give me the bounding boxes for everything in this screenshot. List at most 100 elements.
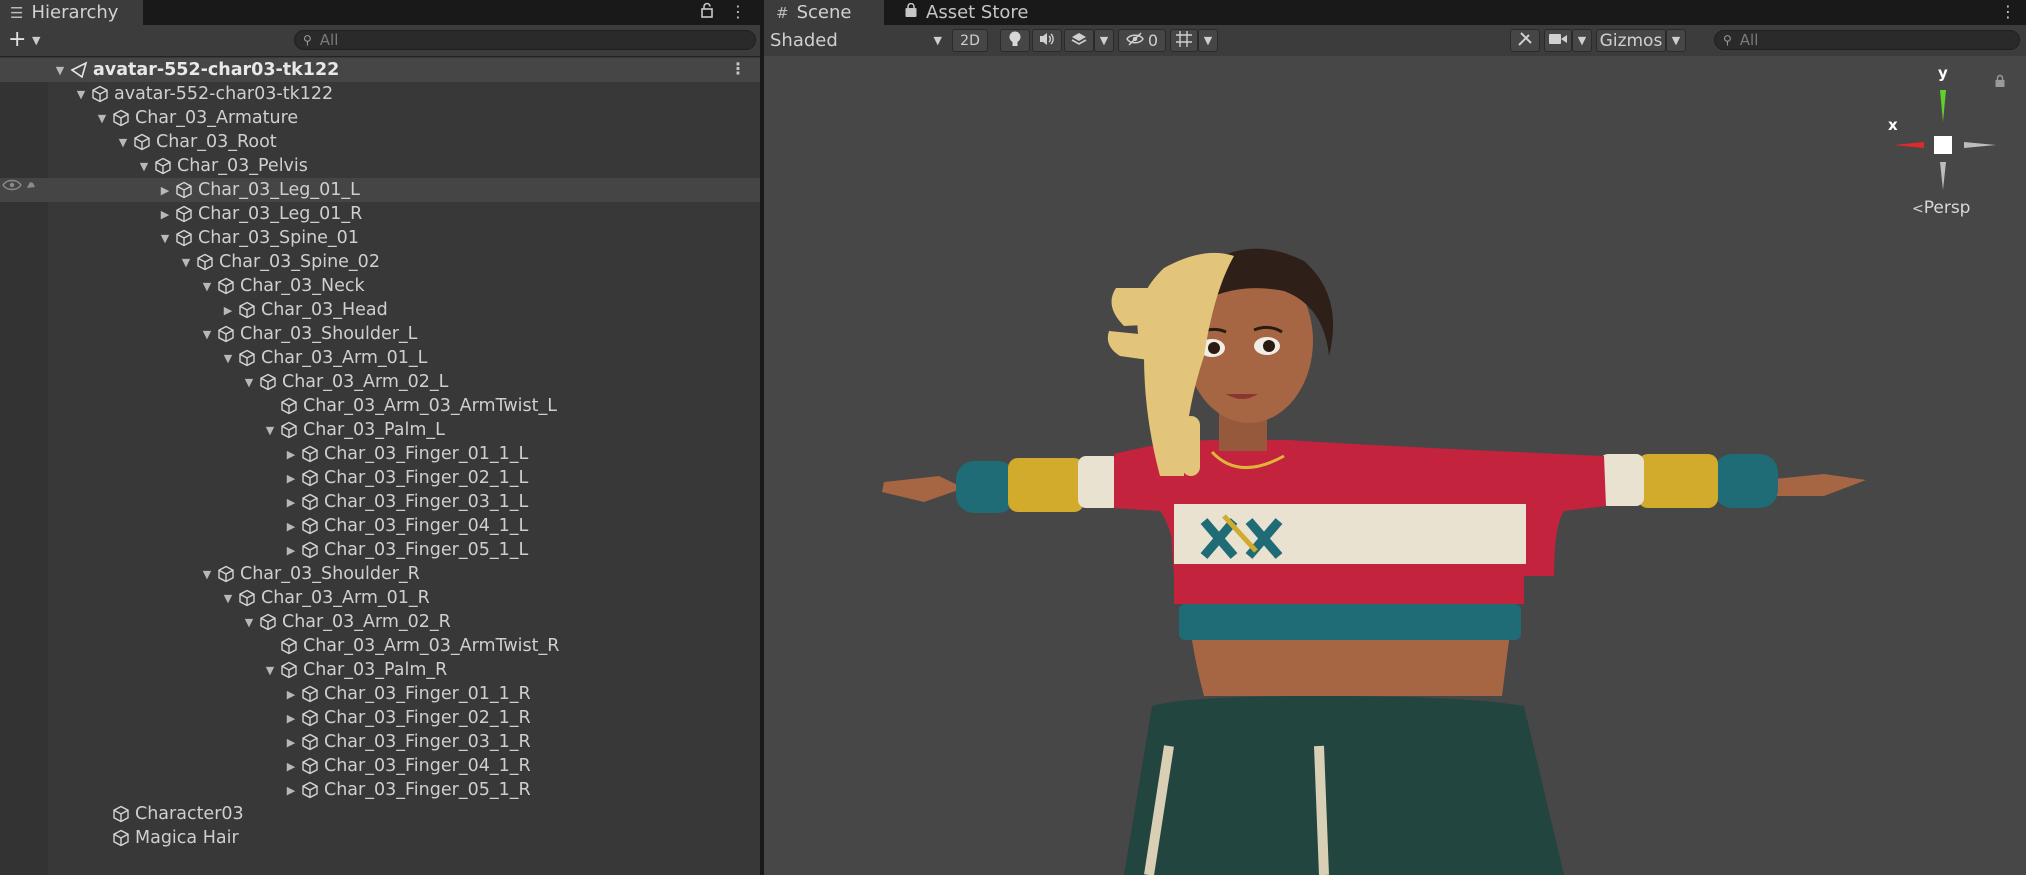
hierarchy-row[interactable]: Magica Hair [0, 826, 760, 850]
expanded-arrow-icon[interactable]: ▼ [52, 64, 68, 77]
hierarchy-row[interactable]: ▶ Char_03_Finger_01_1_L [0, 442, 760, 466]
hierarchy-row[interactable]: ▶ Char_03_Finger_01_1_R [0, 682, 760, 706]
hierarchy-row[interactable]: ▼ Char_03_Arm_01_R [0, 586, 760, 610]
camera-button[interactable] [1544, 29, 1572, 52]
add-button[interactable]: + [8, 27, 26, 53]
expanded-arrow-icon[interactable]: ▼ [199, 280, 215, 293]
character-model-image[interactable] [764, 56, 2026, 875]
hierarchy-row[interactable]: ▼ Char_03_Shoulder_L [0, 322, 760, 346]
hierarchy-row[interactable]: ▼ Char_03_Arm_02_L [0, 370, 760, 394]
hierarchy-row[interactable]: ▶ Char_03_Finger_02_1_R [0, 706, 760, 730]
collapsed-arrow-icon[interactable]: ▶ [283, 736, 299, 749]
projection-toggle[interactable]: <Persp [1912, 198, 1970, 218]
hierarchy-row[interactable]: ▼ Char_03_Neck [0, 274, 760, 298]
expanded-arrow-icon[interactable]: ▼ [115, 136, 131, 149]
expanded-arrow-icon[interactable]: ▼ [262, 424, 278, 437]
hierarchy-row[interactable]: ▶ Char_03_Finger_05_1_L [0, 538, 760, 562]
hierarchy-row[interactable]: ▼ Char_03_Arm_02_R [0, 610, 760, 634]
hierarchy-row[interactable]: ▼ Char_03_Palm_L [0, 418, 760, 442]
hierarchy-row[interactable]: Char_03_Arm_03_ArmTwist_L [0, 394, 760, 418]
hierarchy-row[interactable]: ▶ Char_03_Finger_05_1_R [0, 778, 760, 802]
expanded-arrow-icon[interactable]: ▼ [178, 256, 194, 269]
hierarchy-row[interactable]: Char_03_Arm_03_ArmTwist_R [0, 634, 760, 658]
tab-asset-store[interactable]: Asset Store [892, 0, 1042, 25]
gizmos-button[interactable]: Gizmos [1596, 29, 1666, 52]
hierarchy-row[interactable]: ▼ Char_03_Armature [0, 106, 760, 130]
gameobject-cube-icon [278, 637, 303, 655]
hierarchy-search-input[interactable]: ⚲ All [294, 30, 756, 50]
gameobject-cube-icon [236, 301, 261, 319]
tab-scene[interactable]: # Scene [764, 0, 884, 25]
hierarchy-row[interactable]: ▶ Char_03_Leg_01_L [0, 178, 760, 202]
hierarchy-row[interactable]: ▼ Char_03_Shoulder_R [0, 562, 760, 586]
hierarchy-row[interactable]: ▼ Char_03_Pelvis [0, 154, 760, 178]
expanded-arrow-icon[interactable]: ▼ [220, 592, 236, 605]
collapsed-arrow-icon[interactable]: ▶ [283, 496, 299, 509]
hidden-objects-toggle[interactable]: 0 [1118, 29, 1166, 52]
more-options-icon[interactable]: ⋮ [2000, 2, 2016, 21]
collapsed-arrow-icon[interactable]: ▶ [220, 304, 236, 317]
2d-toggle-button[interactable]: 2D [952, 29, 988, 52]
expanded-arrow-icon[interactable]: ▼ [262, 664, 278, 677]
scene-search-input[interactable]: ⚲ All [1714, 30, 2020, 50]
hierarchy-row-label: Char_03_Palm_L [303, 420, 445, 440]
hierarchy-row[interactable]: ▶ Char_03_Finger_04_1_R [0, 754, 760, 778]
collapsed-arrow-icon[interactable]: ▶ [283, 784, 299, 797]
visibility-eye-icon[interactable] [2, 178, 38, 196]
collapsed-arrow-icon[interactable]: ▶ [283, 472, 299, 485]
grid-dropdown[interactable]: ▼ [1198, 29, 1218, 52]
scene-tabbar: # Scene Asset Store ⋮ [764, 0, 2026, 25]
expanded-arrow-icon[interactable]: ▼ [157, 232, 173, 245]
tab-hierarchy[interactable]: ☰ Hierarchy [0, 0, 143, 25]
collapsed-arrow-icon[interactable]: ▶ [283, 688, 299, 701]
hierarchy-row[interactable]: ▶ Char_03_Leg_01_R [0, 202, 760, 226]
shading-mode-dropdown[interactable]: Shaded ▼ [766, 29, 948, 52]
collapsed-arrow-icon[interactable]: ▶ [283, 544, 299, 557]
more-options-icon[interactable]: ⋮ [730, 2, 746, 22]
orientation-gizmo[interactable] [1884, 70, 2004, 200]
lock-icon[interactable] [1994, 74, 2006, 91]
expanded-arrow-icon[interactable]: ▼ [136, 160, 152, 173]
collapsed-arrow-icon[interactable]: ▶ [283, 520, 299, 533]
hierarchy-row[interactable]: ▶ Char_03_Finger_03_1_R [0, 730, 760, 754]
collapsed-arrow-icon[interactable]: ▶ [157, 184, 173, 197]
hierarchy-row[interactable]: ▶ Char_03_Finger_04_1_L [0, 514, 760, 538]
hierarchy-row[interactable]: ▶ Char_03_Finger_03_1_L [0, 490, 760, 514]
hierarchy-row[interactable]: ▶ Char_03_Head [0, 298, 760, 322]
expanded-arrow-icon[interactable]: ▼ [241, 376, 257, 389]
expanded-arrow-icon[interactable]: ▼ [94, 112, 110, 125]
tools-button[interactable] [1510, 29, 1540, 52]
hierarchy-row[interactable]: ▼ Char_03_Arm_01_L [0, 346, 760, 370]
hierarchy-row-label: Magica Hair [135, 828, 239, 848]
expanded-arrow-icon[interactable]: ▼ [199, 328, 215, 341]
collapsed-arrow-icon[interactable]: ▶ [283, 712, 299, 725]
collapsed-arrow-icon[interactable]: ▶ [283, 448, 299, 461]
effects-toggle-button[interactable] [1064, 29, 1094, 52]
scene-row[interactable]: ▼ avatar-552-char03-tk122 ⋮ [0, 58, 760, 82]
audio-toggle-button[interactable] [1032, 29, 1062, 52]
hierarchy-row[interactable]: ▼ Char_03_Spine_02 [0, 250, 760, 274]
gizmos-dropdown[interactable]: ▼ [1666, 29, 1686, 52]
camera-dropdown[interactable]: ▼ [1572, 29, 1592, 52]
expanded-arrow-icon[interactable]: ▼ [241, 616, 257, 629]
collapsed-arrow-icon[interactable]: ▶ [157, 208, 173, 221]
hierarchy-row[interactable]: Character03 [0, 802, 760, 826]
expanded-arrow-icon[interactable]: ▼ [73, 88, 89, 101]
hierarchy-row[interactable]: ▼ avatar-552-char03-tk122 [0, 82, 760, 106]
unity-scene-icon [68, 61, 93, 79]
effects-dropdown[interactable]: ▼ [1094, 29, 1114, 52]
grid-snap-button[interactable] [1170, 29, 1198, 52]
hierarchy-row[interactable]: ▼ Char_03_Root [0, 130, 760, 154]
tab-asset-store-label: Asset Store [926, 2, 1029, 23]
hierarchy-row[interactable]: ▶ Char_03_Finger_02_1_L [0, 466, 760, 490]
collapsed-arrow-icon[interactable]: ▶ [283, 760, 299, 773]
hierarchy-row[interactable]: ▼ Char_03_Spine_01 [0, 226, 760, 250]
lock-icon[interactable] [700, 2, 714, 22]
hierarchy-row[interactable]: ▼ Char_03_Palm_R [0, 658, 760, 682]
chevron-down-icon[interactable]: ▼ [32, 34, 40, 47]
scene-viewport[interactable]: y x <Persp [764, 56, 2026, 875]
expanded-arrow-icon[interactable]: ▼ [199, 568, 215, 581]
more-options-icon[interactable]: ⋮ [730, 59, 746, 78]
expanded-arrow-icon[interactable]: ▼ [220, 352, 236, 365]
lighting-toggle-button[interactable] [1000, 29, 1030, 52]
